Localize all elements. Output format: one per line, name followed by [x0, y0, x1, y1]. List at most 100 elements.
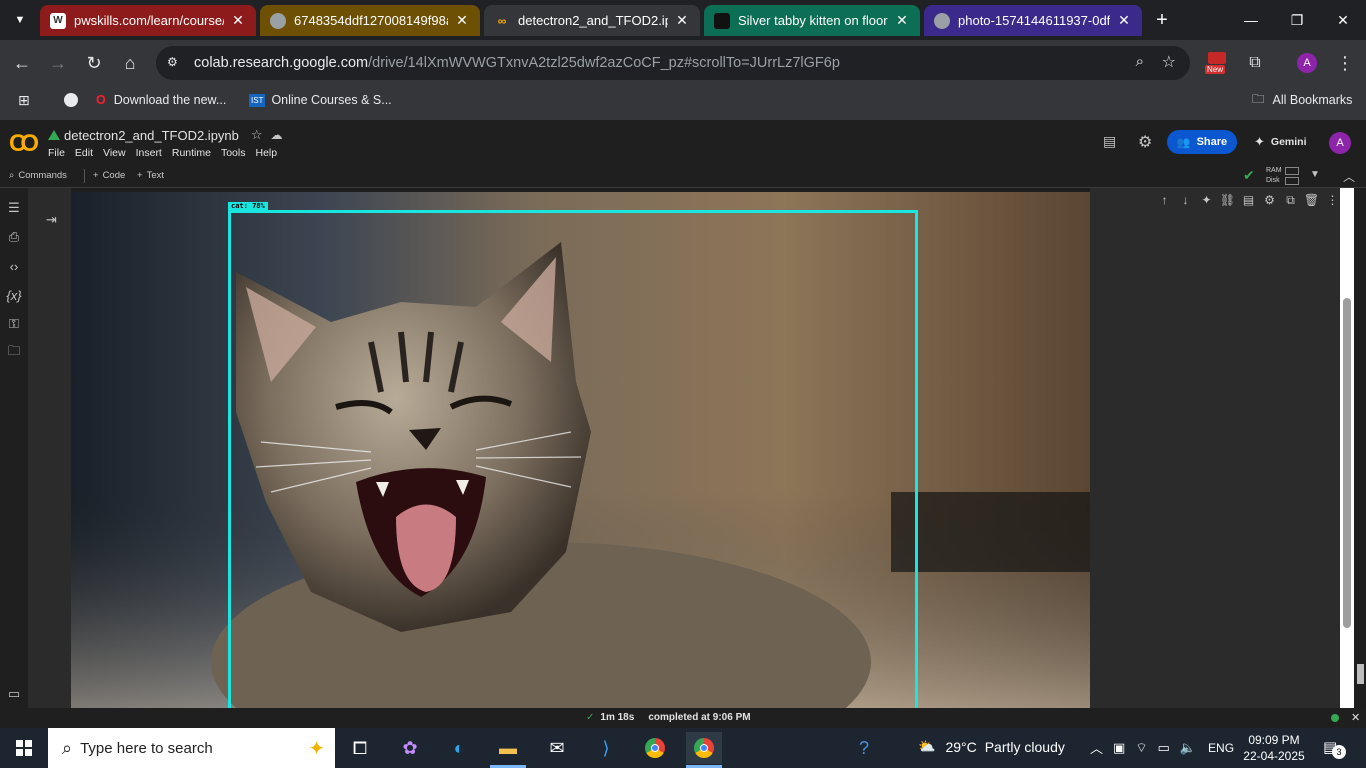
clock[interactable]: 09:09 PM 22-04-2025: [1238, 732, 1310, 764]
notebook-scrollbar[interactable]: [1354, 188, 1366, 708]
variables-icon[interactable]: {x}: [4, 285, 24, 305]
notification-center-icon[interactable]: ▤ 3: [1323, 738, 1346, 759]
bookmark-star-icon[interactable]: ☆: [1162, 52, 1176, 72]
menu-help[interactable]: Help: [255, 147, 277, 159]
address-bar[interactable]: ⚙ colab.research.google.com/drive/14lXmW…: [156, 46, 1190, 80]
menu-bar: File Edit View Insert Runtime Tools Help: [48, 147, 287, 159]
chrome-active-icon[interactable]: [686, 732, 722, 764]
close-tab-icon[interactable]: ✕: [894, 12, 910, 29]
close-tab-icon[interactable]: ✕: [674, 12, 690, 29]
browser-tab-pwskills[interactable]: W pwskills.com/learn/course/g ✕: [40, 5, 256, 36]
zoom-icon[interactable]: ⌕: [1136, 53, 1144, 70]
menu-file[interactable]: File: [48, 147, 65, 159]
output-scrollbar-thumb[interactable]: [1343, 298, 1351, 628]
battery-icon[interactable]: ▭: [1158, 740, 1170, 756]
gemini-button[interactable]: ✦ Gemini: [1254, 134, 1307, 150]
menu-tools[interactable]: Tools: [221, 147, 246, 159]
language-indicator[interactable]: ENG: [1208, 741, 1234, 755]
user-avatar[interactable]: A: [1329, 132, 1351, 154]
settings-gear-icon[interactable]: ⚙: [1138, 132, 1152, 152]
terminal-icon[interactable]: ▭: [4, 684, 24, 704]
move-up-icon[interactable]: ↑: [1154, 193, 1175, 207]
close-tab-icon[interactable]: ✕: [1116, 12, 1132, 29]
new-tab-button[interactable]: +: [1148, 6, 1176, 34]
notebook-scrollbar-thumb[interactable]: [1357, 664, 1364, 684]
notebook-title[interactable]: detectron2_and_TFOD2.ipynb: [64, 128, 239, 143]
add-text-button[interactable]: + Text: [137, 170, 164, 181]
wifi-icon[interactable]: ⌔: [1135, 740, 1147, 756]
move-down-icon[interactable]: ↓: [1175, 193, 1196, 207]
windows-start-icon[interactable]: [6, 732, 42, 764]
close-tab-icon[interactable]: ✕: [454, 12, 470, 29]
task-view-icon[interactable]: ⧠: [342, 732, 378, 764]
browser-tab-photo[interactable]: photo-1574144611937-0df0 ✕: [924, 5, 1142, 36]
globe-bookmark-icon[interactable]: [64, 91, 78, 109]
edge-browser-icon[interactable]: ◐: [441, 732, 477, 764]
comment-icon[interactable]: ▤: [1103, 133, 1116, 150]
bookmark-opera[interactable]: O Download the new...: [96, 91, 226, 109]
files-folder-icon[interactable]: 🗀: [4, 343, 24, 363]
find-replace-icon[interactable]: ⎙: [4, 227, 24, 247]
chrome-icon[interactable]: [637, 732, 673, 764]
output-scrollbar[interactable]: [1340, 188, 1354, 708]
share-button[interactable]: 👥 Share: [1167, 130, 1237, 154]
extension-new-icon[interactable]: New: [1205, 52, 1229, 78]
cloud-icon[interactable]: ☁: [271, 128, 283, 142]
comment-icon[interactable]: ▤: [1238, 193, 1259, 207]
close-status-icon[interactable]: ✕: [1351, 711, 1360, 724]
colab-logo-icon[interactable]: CO: [9, 130, 39, 158]
runtime-dropdown-icon[interactable]: ▼: [1310, 169, 1320, 180]
browser-menu-icon[interactable]: ⋮: [1330, 48, 1360, 78]
extensions-puzzle-icon[interactable]: ⧉: [1240, 48, 1270, 78]
weather-widget[interactable]: ⛅ 29°C Partly cloudy: [918, 738, 1065, 755]
output-toggle-icon[interactable]: ⇥: [46, 212, 57, 228]
commands-label: Commands: [18, 170, 67, 181]
apps-grid-icon[interactable]: ⊞: [18, 91, 30, 109]
delete-icon[interactable]: 🗑: [1301, 193, 1322, 207]
resource-meter[interactable]: RAM Disk: [1266, 166, 1302, 186]
home-icon[interactable]: ⌂: [115, 48, 145, 78]
star-icon[interactable]: ☆: [251, 127, 263, 143]
restore-window-button[interactable]: ❐: [1274, 0, 1320, 40]
wordpress-favicon-icon: W: [50, 12, 66, 29]
menu-view[interactable]: View: [103, 147, 126, 159]
minimize-window-button[interactable]: —: [1228, 0, 1274, 40]
code-snippets-icon[interactable]: ‹›: [4, 256, 24, 276]
site-info-icon[interactable]: ⚙: [167, 55, 183, 71]
reload-icon[interactable]: ↻: [79, 48, 109, 78]
tab-search-button[interactable]: ▼: [8, 8, 32, 32]
file-explorer-icon[interactable]: ▬: [490, 732, 526, 764]
volume-icon[interactable]: 🔈: [1180, 740, 1196, 756]
collapse-header-icon[interactable]: ︿: [1343, 168, 1355, 185]
browser-tab-image-hash[interactable]: 6748354ddf127008149f98ab ✕: [260, 5, 480, 36]
close-tab-icon[interactable]: ✕: [230, 12, 246, 29]
menu-edit[interactable]: Edit: [75, 147, 93, 159]
menu-insert[interactable]: Insert: [136, 147, 162, 159]
all-bookmarks[interactable]: 🗀 All Bookmarks: [1252, 91, 1352, 109]
bookmark-online-courses[interactable]: IST Online Courses & S...: [249, 91, 392, 109]
secrets-key-icon[interactable]: ⚿: [4, 314, 24, 334]
vscode-icon[interactable]: ⟩: [588, 732, 624, 764]
commands-button[interactable]: ⌕ Commands: [9, 170, 67, 181]
show-hidden-icons-icon[interactable]: ︿: [1090, 738, 1103, 757]
table-of-contents-icon[interactable]: ☰: [4, 198, 24, 218]
profile-avatar[interactable]: A: [1297, 53, 1317, 73]
cell-settings-icon[interactable]: ⚙: [1259, 193, 1280, 207]
help-icon[interactable]: ?: [846, 732, 882, 764]
mirror-cell-icon[interactable]: ⧉: [1280, 193, 1301, 208]
cell-toolbar: ↑ ↓ ✦ ⛓ ▤ ⚙ ⧉ 🗑 ⋮: [1154, 190, 1343, 210]
forward-arrow-icon[interactable]: →: [43, 48, 73, 78]
copilot-icon[interactable]: ✿: [392, 732, 428, 764]
tab-title: Silver tabby kitten on floor p: [738, 13, 888, 28]
link-icon[interactable]: ⛓: [1217, 193, 1238, 207]
back-arrow-icon[interactable]: ←: [7, 48, 37, 78]
browser-tab-colab-active[interactable]: ∞ detectron2_and_TFOD2.ipyn ✕: [484, 5, 700, 36]
close-window-button[interactable]: ✕: [1320, 0, 1366, 40]
gemini-sparkle-icon[interactable]: ✦: [1196, 193, 1217, 207]
browser-tab-kitten[interactable]: Silver tabby kitten on floor p ✕: [704, 5, 920, 36]
meet-now-icon[interactable]: ▣: [1113, 740, 1125, 756]
taskbar-search-box[interactable]: ⌕ Type here to search ✦: [48, 728, 335, 768]
menu-runtime[interactable]: Runtime: [172, 147, 211, 159]
mail-icon[interactable]: ✉: [539, 732, 575, 764]
add-code-button[interactable]: + Code: [93, 170, 125, 181]
